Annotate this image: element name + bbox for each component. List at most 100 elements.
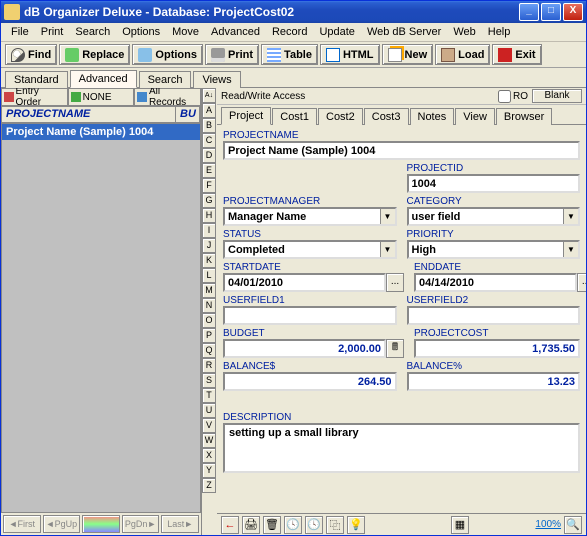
field-startdate[interactable]	[223, 273, 386, 292]
az-letter-h[interactable]: H	[202, 208, 216, 223]
tab-view[interactable]: View	[455, 108, 495, 125]
tab-standard[interactable]: Standard	[5, 71, 68, 88]
field-enddate[interactable]	[414, 273, 577, 292]
field-budget[interactable]	[223, 339, 386, 358]
az-letter-r[interactable]: R	[202, 358, 216, 373]
field-projectname[interactable]	[223, 141, 580, 160]
menu-print[interactable]: Print	[35, 26, 70, 38]
az-letter-x[interactable]: X	[202, 448, 216, 463]
menu-move[interactable]: Move	[166, 26, 205, 38]
menu-update[interactable]: Update	[313, 26, 360, 38]
zoom-icon[interactable]: 🔍	[564, 516, 582, 534]
tab-project[interactable]: Project	[221, 107, 271, 125]
az-letter-i[interactable]: I	[202, 223, 216, 238]
field-userfield2[interactable]	[407, 306, 581, 325]
az-sort-icon[interactable]: A↓	[202, 88, 216, 103]
az-letter-l[interactable]: L	[202, 268, 216, 283]
az-letter-b[interactable]: B	[202, 118, 216, 133]
close-button[interactable]: X	[563, 3, 583, 21]
field-userfield1[interactable]	[223, 306, 397, 325]
az-letter-a[interactable]: A	[202, 103, 216, 118]
maximize-button[interactable]: □	[541, 3, 561, 21]
back-arrow-button[interactable]: ←	[221, 516, 239, 534]
az-letter-n[interactable]: N	[202, 298, 216, 313]
az-letter-u[interactable]: U	[202, 403, 216, 418]
field-status[interactable]: Completed▼	[223, 240, 397, 259]
options-button[interactable]: Options	[132, 44, 203, 65]
az-letter-s[interactable]: S	[202, 373, 216, 388]
field-projectid[interactable]	[407, 174, 581, 193]
sort-entry-order[interactable]: Entry Order	[1, 88, 68, 106]
tab-views[interactable]: Views	[193, 71, 240, 88]
az-letter-d[interactable]: D	[202, 148, 216, 163]
az-letter-f[interactable]: F	[202, 178, 216, 193]
load-button[interactable]: Load	[435, 44, 490, 65]
menu-file[interactable]: File	[5, 26, 35, 38]
bulb-button[interactable]: 💡	[347, 516, 365, 534]
find-button[interactable]: Find	[5, 44, 57, 65]
tab-browser[interactable]: Browser	[496, 108, 552, 125]
table-button[interactable]: Table	[261, 44, 318, 65]
tab-notes[interactable]: Notes	[410, 108, 455, 125]
last-button[interactable]: Last►	[161, 515, 199, 533]
new-button[interactable]: New	[382, 44, 434, 65]
minimize-button[interactable]: _	[519, 3, 539, 21]
print-button[interactable]: Print	[205, 44, 259, 65]
html-button[interactable]: HTML	[320, 44, 380, 65]
zoom-level[interactable]: 100%	[535, 519, 561, 530]
filter-none[interactable]: NONE	[68, 88, 135, 106]
col-bu[interactable]: BU	[176, 107, 200, 122]
field-priority[interactable]: High▼	[407, 240, 581, 259]
print-button-small[interactable]: 🖨	[242, 516, 260, 534]
menu-web[interactable]: Web	[447, 26, 481, 38]
az-letter-m[interactable]: M	[202, 283, 216, 298]
field-balancep[interactable]	[407, 372, 581, 391]
menu-record[interactable]: Record	[266, 26, 313, 38]
az-letter-e[interactable]: E	[202, 163, 216, 178]
clock-red-button[interactable]: 🕓	[284, 516, 302, 534]
az-letter-j[interactable]: J	[202, 238, 216, 253]
exit-button[interactable]: Exit	[492, 44, 541, 65]
col-projectname[interactable]: PROJECTNAME	[2, 107, 176, 122]
list-item[interactable]: Project Name (Sample) 1004	[2, 124, 200, 140]
az-letter-t[interactable]: T	[202, 388, 216, 403]
tab-advanced[interactable]: Advanced	[70, 70, 137, 88]
menu-help[interactable]: Help	[482, 26, 517, 38]
field-projectcost[interactable]	[414, 339, 580, 358]
tab-cost1[interactable]: Cost1	[272, 108, 317, 125]
pgup-button[interactable]: ◄PgUp	[43, 515, 81, 533]
budget-calc-button[interactable]: 🖩	[386, 339, 404, 358]
export-button[interactable]: ▦	[451, 516, 469, 534]
az-letter-p[interactable]: P	[202, 328, 216, 343]
field-category[interactable]: user field▼	[407, 207, 581, 226]
az-letter-w[interactable]: W	[202, 433, 216, 448]
az-letter-v[interactable]: V	[202, 418, 216, 433]
startdate-picker-button[interactable]: ...	[386, 273, 404, 292]
field-description[interactable]	[223, 423, 580, 473]
delete-button[interactable]: 🗑	[263, 516, 281, 534]
az-letter-c[interactable]: C	[202, 133, 216, 148]
field-balances[interactable]	[223, 372, 397, 391]
record-list[interactable]: Project Name (Sample) 1004	[1, 123, 201, 513]
az-letter-y[interactable]: Y	[202, 463, 216, 478]
menu-options[interactable]: Options	[116, 26, 166, 38]
az-letter-k[interactable]: K	[202, 253, 216, 268]
first-button[interactable]: ◄First	[3, 515, 41, 533]
filter-all-records[interactable]: All Records	[134, 88, 201, 106]
ro-checkbox[interactable]	[498, 90, 511, 103]
menu-search[interactable]: Search	[69, 26, 116, 38]
menu-webdbserver[interactable]: Web dB Server	[361, 26, 447, 38]
clock-button[interactable]: 🕓	[305, 516, 323, 534]
copy-button[interactable]: ⿻	[326, 516, 344, 534]
color-grid-button[interactable]	[82, 515, 120, 533]
enddate-picker-button[interactable]: ...	[577, 273, 586, 292]
tab-cost2[interactable]: Cost2	[318, 108, 363, 125]
menu-advanced[interactable]: Advanced	[205, 26, 266, 38]
az-letter-g[interactable]: G	[202, 193, 216, 208]
blank-button[interactable]: Blank	[532, 89, 582, 103]
pgdn-button[interactable]: PgDn►	[122, 515, 160, 533]
tab-cost3[interactable]: Cost3	[364, 108, 409, 125]
az-letter-z[interactable]: Z	[202, 478, 216, 493]
replace-button[interactable]: Replace	[59, 44, 130, 65]
az-letter-q[interactable]: Q	[202, 343, 216, 358]
